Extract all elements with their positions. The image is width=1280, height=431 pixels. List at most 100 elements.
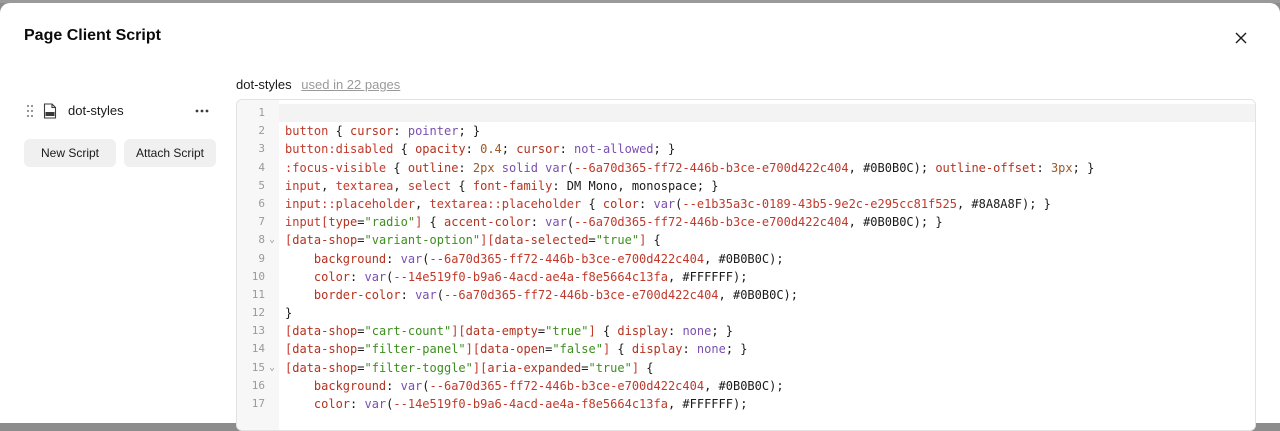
code-editor[interactable]: 1 2 button { cursor: pointer; } 3 button:dis… [236, 99, 1256, 431]
code-line-text: [data-shop="filter-panel"][data-open="fa… [279, 340, 1255, 358]
code-token: , [321, 178, 336, 193]
code-line-text: background: var(--6a70d365-ff72-446b-b3c… [279, 250, 1255, 268]
code-lines: 1 2 button { cursor: pointer; } 3 button:dis… [237, 104, 1255, 413]
code-token: aria-expanded [487, 360, 582, 375]
line-number: 7 [258, 215, 265, 229]
code-token: button:disabled [285, 142, 394, 157]
code-token: { [328, 124, 351, 139]
code-token: : [350, 269, 365, 284]
code-line-text: [data-shop="cart-count"][data-empty="tru… [279, 322, 1255, 340]
code-token: --6a70d365-ff72-446b-b3ce-e700d422c404 [429, 378, 705, 393]
code-line: 7 input[type="radio"] { accent-color: var… [237, 213, 1255, 231]
code-token: ; [501, 142, 517, 157]
line-number: 5 [258, 178, 265, 192]
code-token: none [696, 342, 726, 357]
code-token: accent-color [444, 215, 531, 230]
line-number: 17 [251, 397, 265, 410]
line-number: 14 [251, 342, 265, 356]
code-token: "false" [552, 342, 603, 357]
line-number: 2 [258, 124, 265, 138]
usage-link[interactable]: used in 22 pages [301, 77, 400, 92]
code-line-text: } [279, 304, 1255, 322]
attach-script-button[interactable]: Attach Script [124, 139, 216, 167]
fold-toggle-icon[interactable]: ⌄ [269, 231, 277, 249]
script-name: dot-styles [68, 103, 124, 118]
code-line-text: button:disabled { opacity: 0.4; cursor: … [279, 140, 1255, 158]
code-token: ; } [711, 324, 734, 339]
code-token: "radio" [364, 215, 416, 230]
sidebar-actions: New Script Attach Script [24, 139, 216, 167]
code-line: 3 button:disabled { opacity: 0.4; cursor:… [237, 140, 1255, 158]
code-token: ( [436, 287, 444, 302]
code-token: { [451, 178, 473, 193]
code-token: input[ [285, 215, 329, 230]
code-line: 17 color: var(--14e519f0-b9a6-4acd-ae4a-… [237, 395, 1255, 413]
code-token: : [1036, 160, 1051, 175]
code-token: { [393, 142, 416, 157]
drag-handle-icon[interactable] [26, 104, 34, 118]
code-token: : [386, 251, 401, 266]
page-client-script-modal: Page Client Script dot-styles New Script [0, 3, 1280, 431]
line-number: 10 [251, 269, 265, 283]
code-line: 9 background: var(--6a70d365-ff72-446b-b… [237, 250, 1255, 268]
code-line: 6 input::placeholder, textarea::placehold… [237, 195, 1255, 213]
code-token: : [530, 215, 546, 230]
new-script-button[interactable]: New Script [24, 139, 116, 167]
more-options-icon[interactable] [194, 103, 210, 119]
fold-toggle-icon[interactable]: ⌄ [269, 359, 277, 377]
code-token: , #0B0B0C); [718, 287, 799, 302]
code-token: cursor [516, 142, 560, 157]
code-token: : [668, 324, 683, 339]
code-line-text: input::placeholder, textarea::placeholde… [279, 195, 1255, 213]
code-token: var [545, 160, 567, 175]
code-token: : [682, 342, 697, 357]
code-token: ; } [458, 124, 481, 139]
code-line-text: [data-shop="variant-option"][data-select… [279, 231, 1255, 249]
code-token: 3px [1050, 160, 1073, 175]
code-token: solid [501, 160, 538, 175]
code-token: { [422, 215, 444, 230]
code-token: = [357, 342, 365, 357]
line-number: 4 [258, 160, 265, 174]
code-token: ( [566, 160, 575, 175]
code-token: outline [407, 160, 459, 175]
code-token: textarea [335, 178, 394, 193]
code-token: = [357, 360, 365, 375]
close-button[interactable] [1230, 27, 1252, 49]
code-token: --6a70d365-ff72-446b-b3ce-e700d422c404 [574, 215, 849, 230]
script-list-item[interactable]: dot-styles [24, 99, 219, 123]
code-token: --6a70d365-ff72-446b-b3ce-e700d422c404 [443, 287, 719, 302]
code-line-text [279, 104, 1255, 123]
line-number: 11 [251, 287, 265, 301]
code-token: var [400, 251, 423, 266]
code-token: { [639, 360, 654, 375]
code-token: : [639, 196, 654, 211]
code-token: --e1b35a3c-0189-43b5-9e2c-e295cc81f525 [682, 196, 957, 211]
line-number: 12 [251, 306, 265, 320]
code-line: 10 color: var(--14e519f0-b9a6-4acd-ae4a-… [237, 268, 1255, 286]
code-token: ( [422, 251, 430, 266]
code-token: , #8A8A8F); } [956, 196, 1051, 211]
code-token: input [285, 178, 322, 193]
code-token: textarea::placeholder [429, 196, 582, 211]
code-token: var [364, 269, 387, 284]
line-number: 8 [258, 233, 265, 247]
code-token: 2px [472, 160, 495, 175]
code-token: none [682, 324, 712, 339]
code-token: : [559, 142, 575, 157]
code-token: background [313, 378, 387, 393]
code-token: ][ [480, 233, 495, 248]
code-line-text: [data-shop="filter-toggle"][aria-expande… [279, 359, 1255, 377]
code-token: var [364, 397, 387, 411]
code-token: data-open [480, 342, 546, 357]
code-token: , #FFFFFF); [667, 397, 748, 411]
code-token: color [602, 196, 640, 211]
code-line: 12} [237, 304, 1255, 322]
line-number: 6 [258, 196, 265, 210]
script-sidebar: dot-styles New Script Attach Script [24, 99, 219, 167]
code-token: { [610, 342, 632, 357]
